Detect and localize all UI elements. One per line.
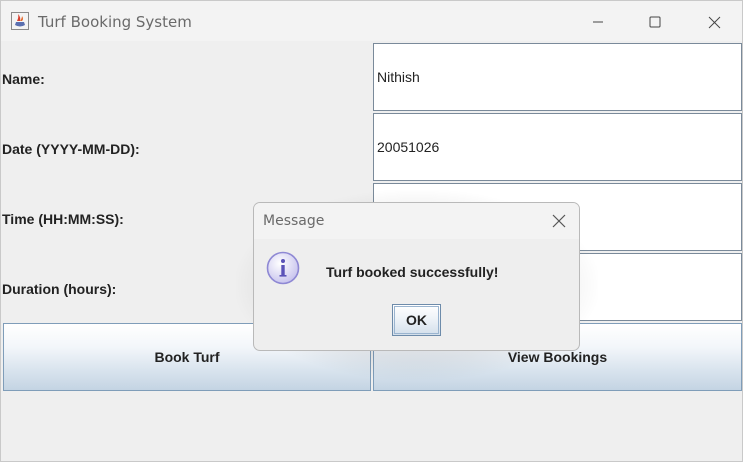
close-icon	[552, 214, 566, 228]
dialog-title-bar[interactable]: Message	[254, 203, 579, 239]
close-button[interactable]	[691, 7, 737, 37]
dialog-title: Message	[263, 213, 325, 229]
java-coffee-icon	[11, 12, 29, 30]
date-field[interactable]: 20051026	[373, 113, 742, 181]
dialog-message: Turf booked successfully!	[326, 264, 499, 280]
message-dialog: Message Turf booked successfully! OK	[253, 202, 580, 351]
maximize-button[interactable]	[632, 7, 678, 37]
dialog-close-button[interactable]	[549, 211, 569, 231]
minimize-button[interactable]	[575, 7, 621, 37]
name-field[interactable]: Nithish	[373, 43, 742, 111]
title-bar[interactable]: Turf Booking System	[1, 1, 742, 41]
maximize-icon	[649, 16, 661, 28]
minimize-icon	[593, 21, 603, 23]
name-label: Name:	[2, 71, 45, 87]
window-title: Turf Booking System	[38, 13, 192, 31]
date-label: Date (YYYY-MM-DD):	[2, 141, 140, 157]
ok-button[interactable]: OK	[392, 304, 441, 336]
info-icon	[266, 251, 300, 285]
close-icon	[708, 16, 720, 28]
